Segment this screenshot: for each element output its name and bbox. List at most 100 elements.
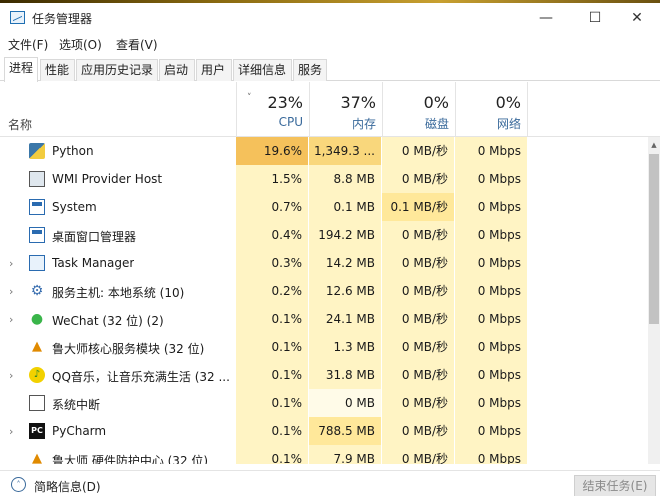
chevron-up-icon[interactable]: ˄ [11,477,26,492]
tab-app-history[interactable]: 应用历史记录 [76,59,158,81]
process-name: PyCharm [52,424,107,438]
menu-options[interactable]: 选项(O) [59,36,102,53]
cpu-value: 0.1% [236,305,308,333]
process-row[interactable]: System 0.7% 0.1 MB 0.1 MB/秒 0 Mbps [0,193,648,221]
process-row[interactable]: › ⚙ 服务主机: 本地系统 (10) 0.2% 12.6 MB 0 MB/秒 … [0,277,648,305]
process-row[interactable]: 系统中断 0.1% 0 MB 0 MB/秒 0 Mbps [0,389,648,417]
footer-bar: ˄ 简略信息(D) 结束任务(E) [0,470,660,496]
disk-value: 0 MB/秒 [382,445,454,464]
process-row[interactable]: › PC PyCharm 0.1% 788.5 MB 0 MB/秒 0 Mbps [0,417,648,445]
network-value: 0 Mbps [455,193,527,221]
memory-value: 1,349.3 ... [309,137,381,165]
memory-value: 0.1 MB [309,193,381,221]
cpu-value: 0.1% [236,389,308,417]
title-bar[interactable]: 任务管理器 — ☐ ✕ [0,3,660,32]
gear-icon: ⚙ [30,283,44,299]
vertical-scrollbar[interactable]: ▲ [648,137,660,464]
close-button[interactable]: ✕ [614,3,660,32]
disk-value: 0 MB/秒 [382,389,454,417]
process-row[interactable]: WMI Provider Host 1.5% 8.8 MB 0 MB/秒 0 M… [0,165,648,193]
end-task-button[interactable]: 结束任务(E) [574,475,656,496]
tab-users[interactable]: 用户 [196,59,232,81]
disk-total: 0% [423,93,449,112]
expand-chevron-icon[interactable]: › [9,257,19,270]
process-row[interactable]: 桌面窗口管理器 0.4% 194.2 MB 0 MB/秒 0 Mbps [0,221,648,249]
tab-details[interactable]: 详细信息 [233,59,292,81]
column-header: 名称 ˅ 23% CPU 37% 内存 0% 磁盘 0% 网络 [0,82,660,137]
network-value: 0 Mbps [455,305,527,333]
ludashi-icon: ▲ [32,339,42,354]
scrollbar-thumb[interactable] [649,154,659,324]
expand-chevron-icon[interactable]: › [9,313,19,326]
cpu-value: 0.1% [236,361,308,389]
pycharm-icon: PC [29,423,45,439]
column-cpu[interactable]: ˅ 23% CPU [236,82,309,137]
wechat-icon: ● [30,311,44,327]
process-name: 桌面窗口管理器 [52,230,137,244]
scroll-up-icon[interactable]: ▲ [648,137,660,153]
column-memory[interactable]: 37% 内存 [309,82,382,137]
menu-bar: 文件(F) 选项(O) 查看(V) [0,33,660,55]
memory-value: 1.3 MB [309,333,381,361]
expand-chevron-icon[interactable]: › [9,285,19,298]
process-name: Python [52,144,94,158]
process-row[interactable]: ▲ 鲁大师 硬件防护中心 (32 位) 0.1% 7.9 MB 0 MB/秒 0… [0,445,648,464]
memory-value: 8.8 MB [309,165,381,193]
cpu-value: 0.4% [236,221,308,249]
process-name: Task Manager [52,256,135,270]
process-row[interactable]: › Task Manager 0.3% 14.2 MB 0 MB/秒 0 Mbp… [0,249,648,277]
tab-strip: 进程 性能 应用历史记录 启动 用户 详细信息 服务 [0,57,660,82]
cpu-value: 0.7% [236,193,308,221]
network-value: 0 Mbps [455,277,527,305]
disk-value: 0 MB/秒 [382,277,454,305]
process-list: Python 19.6% 1,349.3 ... 0 MB/秒 0 Mbps W… [0,137,648,464]
network-total: 0% [495,93,521,112]
disk-value: 0 MB/秒 [382,221,454,249]
network-value: 0 Mbps [455,165,527,193]
cpu-value: 0.2% [236,277,308,305]
tab-performance[interactable]: 性能 [40,59,75,81]
menu-view[interactable]: 查看(V) [116,36,158,53]
disk-label: 磁盘 [424,117,449,131]
disk-value: 0 MB/秒 [382,333,454,361]
process-name: QQ音乐，让音乐充满生活 (32 ... [52,370,230,384]
network-value: 0 Mbps [455,333,527,361]
tab-processes[interactable]: 进程 [4,57,38,82]
disk-value: 0 MB/秒 [382,137,454,165]
network-label: 网络 [496,117,521,131]
process-row[interactable]: ▲ 鲁大师核心服务模块 (32 位) 0.1% 1.3 MB 0 MB/秒 0 … [0,333,648,361]
disk-value: 0 MB/秒 [382,305,454,333]
column-network[interactable]: 0% 网络 [455,82,528,137]
column-name[interactable]: 名称 [8,116,32,133]
process-row[interactable]: › ● WeChat (32 位) (2) 0.1% 24.1 MB 0 MB/… [0,305,648,333]
fewer-details-link[interactable]: 简略信息(D) [34,478,101,495]
process-name: System [52,200,97,214]
process-row[interactable]: › ♪ QQ音乐，让音乐充满生活 (32 ... 0.1% 31.8 MB 0 … [0,361,648,389]
column-disk[interactable]: 0% 磁盘 [382,82,455,137]
memory-value: 31.8 MB [309,361,381,389]
memory-value: 0 MB [309,389,381,417]
maximize-button[interactable]: ☐ [572,3,618,32]
task-manager-app-icon [10,11,25,24]
memory-value: 194.2 MB [309,221,381,249]
memory-value: 14.2 MB [309,249,381,277]
process-row[interactable]: Python 19.6% 1,349.3 ... 0 MB/秒 0 Mbps [0,137,648,165]
tab-services[interactable]: 服务 [293,59,327,81]
expand-chevron-icon[interactable]: › [9,425,19,438]
process-name: 系统中断 [52,398,101,412]
tab-startup[interactable]: 启动 [159,59,195,81]
cpu-value: 1.5% [236,165,308,193]
process-name: 服务主机: 本地系统 (10) [52,286,185,300]
minimize-button[interactable]: — [523,3,569,32]
process-name: WMI Provider Host [52,172,163,186]
network-value: 0 Mbps [455,389,527,417]
cpu-value: 0.1% [236,445,308,464]
memory-value: 7.9 MB [309,445,381,464]
disk-value: 0 MB/秒 [382,361,454,389]
dwm-icon [29,227,45,243]
menu-file[interactable]: 文件(F) [8,36,48,53]
memory-value: 24.1 MB [309,305,381,333]
disk-value: 0.1 MB/秒 [382,193,454,221]
expand-chevron-icon[interactable]: › [9,369,19,382]
cpu-value: 0.1% [236,333,308,361]
